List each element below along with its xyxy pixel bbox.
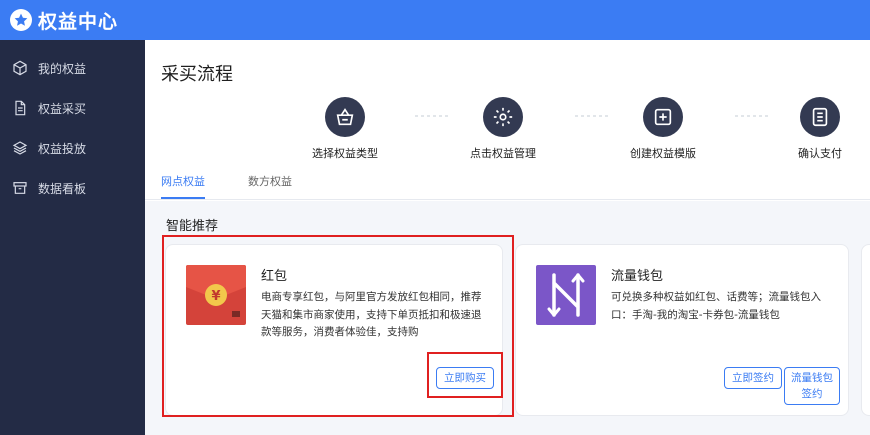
brand[interactable]: 权益中心 <box>10 6 118 34</box>
card-partial <box>861 244 870 416</box>
step-label: 确认支付 <box>798 147 842 160</box>
sidebar-item-label: 权益投放 <box>38 141 87 156</box>
red-envelope-icon: ¥ <box>186 265 246 325</box>
step-circle <box>800 97 840 137</box>
basket-icon <box>336 108 354 126</box>
card-description: 电商专享红包，与阿里官方发放红包相同，推荐天猫和集市商家使用，支持下单页抵扣和极… <box>261 291 482 338</box>
step-select-type: 选择权益类型 <box>285 97 405 161</box>
step-label: 选择权益类型 <box>312 147 378 160</box>
tab-network-benefits[interactable]: 网点权益 <box>161 173 205 199</box>
card-flow-wallet: 流量钱包 可兑换多种权益如红包、话费等；流量钱包入口：手淘-我的淘宝-卡券包-流… <box>515 244 849 416</box>
tab-other-benefits[interactable]: 数方权益 <box>248 173 292 199</box>
card-description: 可兑换多种权益如红包、话费等；流量钱包入口：手淘-我的淘宝-卡券包-流量钱包 <box>611 291 821 321</box>
buy-now-button[interactable]: 立即购买 <box>436 367 494 389</box>
main-content: 采买流程 选择权益类型 点击权益管理 创建权益模版 确认支付 网点权益 数方权益… <box>145 40 870 435</box>
cube-icon <box>13 60 27 76</box>
app-title: 权益中心 <box>38 10 119 33</box>
archive-icon <box>13 182 27 194</box>
card-red-envelope: ¥ 红包 电商专享红包，与阿里官方发放红包相同，推荐天猫和集市商家使用，支持下单… <box>165 244 503 416</box>
step-label: 点击权益管理 <box>470 147 536 160</box>
step-circle <box>325 97 365 137</box>
step-circle <box>643 97 683 137</box>
sidebar-item-label: 权益采买 <box>38 101 87 116</box>
card-title: 红包 <box>261 269 288 284</box>
step-circle <box>483 97 523 137</box>
sidebar-item-delivery[interactable]: 权益投放 <box>0 130 145 166</box>
flow-wallet-sign-button[interactable]: 流量钱包签约 <box>784 367 840 405</box>
step-confirm-pay: 确认支付 <box>760 97 870 161</box>
sidebar-item-label: 我的权益 <box>38 61 87 76</box>
sidebar-item-purchase[interactable]: 权益采买 <box>0 90 145 126</box>
step-label: 创建权益模版 <box>630 147 696 160</box>
sidebar-item-dashboard[interactable]: 数据看板 <box>0 170 145 206</box>
sign-now-button[interactable]: 立即签约 <box>724 367 782 389</box>
page-title: 采买流程 <box>161 64 233 85</box>
svg-text:¥: ¥ <box>211 289 220 304</box>
gear-icon <box>493 107 513 127</box>
sidebar: 我的权益 权益采买 权益投放 数据看板 <box>0 40 145 435</box>
list-icon <box>812 107 828 127</box>
step-manage: 点击权益管理 <box>443 97 563 161</box>
tab-bar: 网点权益 数方权益 <box>145 168 870 200</box>
section-title: 智能推荐 <box>166 219 219 234</box>
add-box-icon <box>654 108 672 126</box>
card-title: 流量钱包 <box>611 269 664 284</box>
document-icon <box>15 100 26 116</box>
flow-wallet-icon <box>536 265 596 325</box>
sidebar-item-my-benefits[interactable]: 我的权益 <box>0 50 145 86</box>
sidebar-item-label: 数据看板 <box>38 181 87 196</box>
star-icon <box>10 9 32 31</box>
top-bar: 权益中心 <box>0 0 870 40</box>
layers-icon <box>12 141 28 155</box>
step-create-template: 创建权益模版 <box>603 97 723 161</box>
